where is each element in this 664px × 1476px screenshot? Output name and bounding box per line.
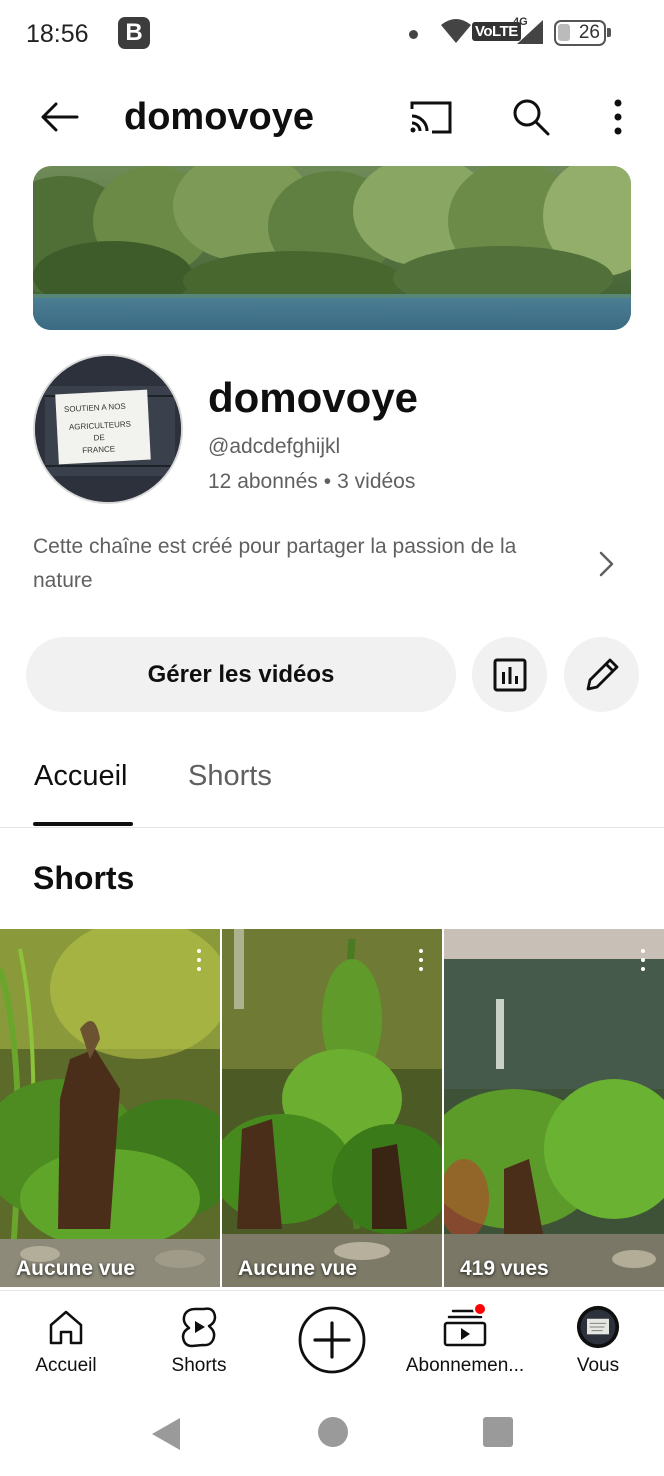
system-back-icon[interactable] bbox=[150, 1416, 182, 1452]
active-tab-indicator bbox=[33, 822, 133, 826]
shorts-shelf: Aucune vue Aucune vue 419 vues bbox=[0, 929, 664, 1289]
create-plus-icon bbox=[297, 1305, 367, 1375]
channel-tabs: Accueil Shorts bbox=[0, 740, 664, 828]
section-title: Shorts bbox=[33, 860, 135, 896]
top-app-bar: domovoye bbox=[0, 80, 664, 154]
nav-create-button[interactable] bbox=[266, 1291, 398, 1391]
more-options-button[interactable] bbox=[598, 92, 638, 142]
analytics-button[interactable] bbox=[472, 637, 547, 712]
page-title: domovoye bbox=[124, 96, 315, 138]
nav-you[interactable]: Vous bbox=[532, 1291, 664, 1391]
short-more-icon[interactable] bbox=[414, 949, 428, 977]
system-home-icon[interactable] bbox=[318, 1417, 348, 1447]
channel-handle: @adcdefghijkl bbox=[208, 435, 341, 458]
short-thumbnail[interactable]: 419 vues bbox=[444, 929, 664, 1287]
nav-subscriptions[interactable]: Abonnemen... bbox=[399, 1291, 531, 1391]
short-views: 419 vues bbox=[460, 1257, 549, 1280]
channel-banner bbox=[33, 166, 631, 330]
short-more-icon[interactable] bbox=[192, 949, 206, 977]
short-thumbnail[interactable]: Aucune vue bbox=[0, 929, 220, 1287]
stats-separator: • bbox=[323, 470, 332, 493]
channel-stats: 12 abonnés • 3 vidéos bbox=[208, 470, 415, 494]
cast-icon bbox=[410, 101, 452, 134]
nav-subscriptions-label: Abonnemen... bbox=[405, 1355, 525, 1376]
back-button[interactable] bbox=[34, 92, 84, 142]
notification-badge bbox=[473, 1302, 487, 1316]
chevron-right-icon bbox=[599, 551, 614, 577]
avatar-icon bbox=[576, 1305, 620, 1349]
short-more-icon[interactable] bbox=[636, 949, 650, 977]
system-navigation-bar bbox=[0, 1390, 664, 1476]
wifi-icon bbox=[441, 19, 471, 43]
subscriber-count: 12 abonnés bbox=[208, 470, 318, 493]
video-count: 3 vidéos bbox=[337, 470, 416, 493]
cast-button[interactable] bbox=[404, 92, 458, 142]
app-notification-icon: B bbox=[118, 17, 150, 49]
analytics-icon bbox=[493, 658, 526, 691]
status-bar: 18:56 B VoLTE 4G 26 bbox=[0, 0, 664, 68]
signal-icon bbox=[517, 20, 543, 44]
tab-shorts[interactable]: Shorts bbox=[188, 760, 272, 793]
system-recents-icon[interactable] bbox=[483, 1417, 513, 1447]
svg-text:FRANCE: FRANCE bbox=[82, 444, 115, 455]
home-icon bbox=[44, 1305, 88, 1349]
nav-you-label: Vous bbox=[576, 1355, 620, 1376]
svg-text:DE: DE bbox=[93, 433, 105, 443]
notification-dot-icon bbox=[409, 30, 418, 39]
search-button[interactable] bbox=[506, 92, 556, 142]
nav-shorts[interactable]: Shorts bbox=[133, 1291, 265, 1391]
description-more-button[interactable] bbox=[588, 546, 624, 582]
shorts-icon bbox=[177, 1305, 221, 1349]
nav-home[interactable]: Accueil bbox=[0, 1291, 132, 1391]
battery-level: 26 bbox=[578, 22, 600, 43]
battery-icon: 26 bbox=[554, 20, 611, 46]
search-icon bbox=[513, 99, 550, 136]
nav-shorts-label: Shorts bbox=[171, 1355, 227, 1376]
tab-accueil[interactable]: Accueil bbox=[34, 760, 128, 793]
back-arrow-icon bbox=[41, 102, 79, 132]
channel-avatar[interactable]: SOUTIEN A NOS AGRICULTEURS DE FRANCE bbox=[33, 354, 183, 504]
channel-description[interactable]: Cette chaîne est créé pour partager la p… bbox=[33, 530, 573, 598]
short-views: Aucune vue bbox=[16, 1257, 136, 1280]
short-views: Aucune vue bbox=[238, 1257, 358, 1280]
edit-channel-button[interactable] bbox=[564, 637, 639, 712]
channel-name: domovoye bbox=[208, 374, 419, 421]
manage-videos-button[interactable]: Gérer les vidéos bbox=[26, 637, 456, 712]
more-vert-icon bbox=[614, 99, 622, 135]
nav-home-label: Accueil bbox=[35, 1355, 97, 1376]
short-thumbnail[interactable]: Aucune vue bbox=[222, 929, 442, 1287]
subscriptions-icon bbox=[443, 1302, 487, 1349]
pencil-icon bbox=[586, 658, 618, 690]
status-time: 18:56 bbox=[26, 20, 89, 48]
bottom-navigation: Accueil Shorts Abonnemen... Vous bbox=[0, 1290, 664, 1390]
